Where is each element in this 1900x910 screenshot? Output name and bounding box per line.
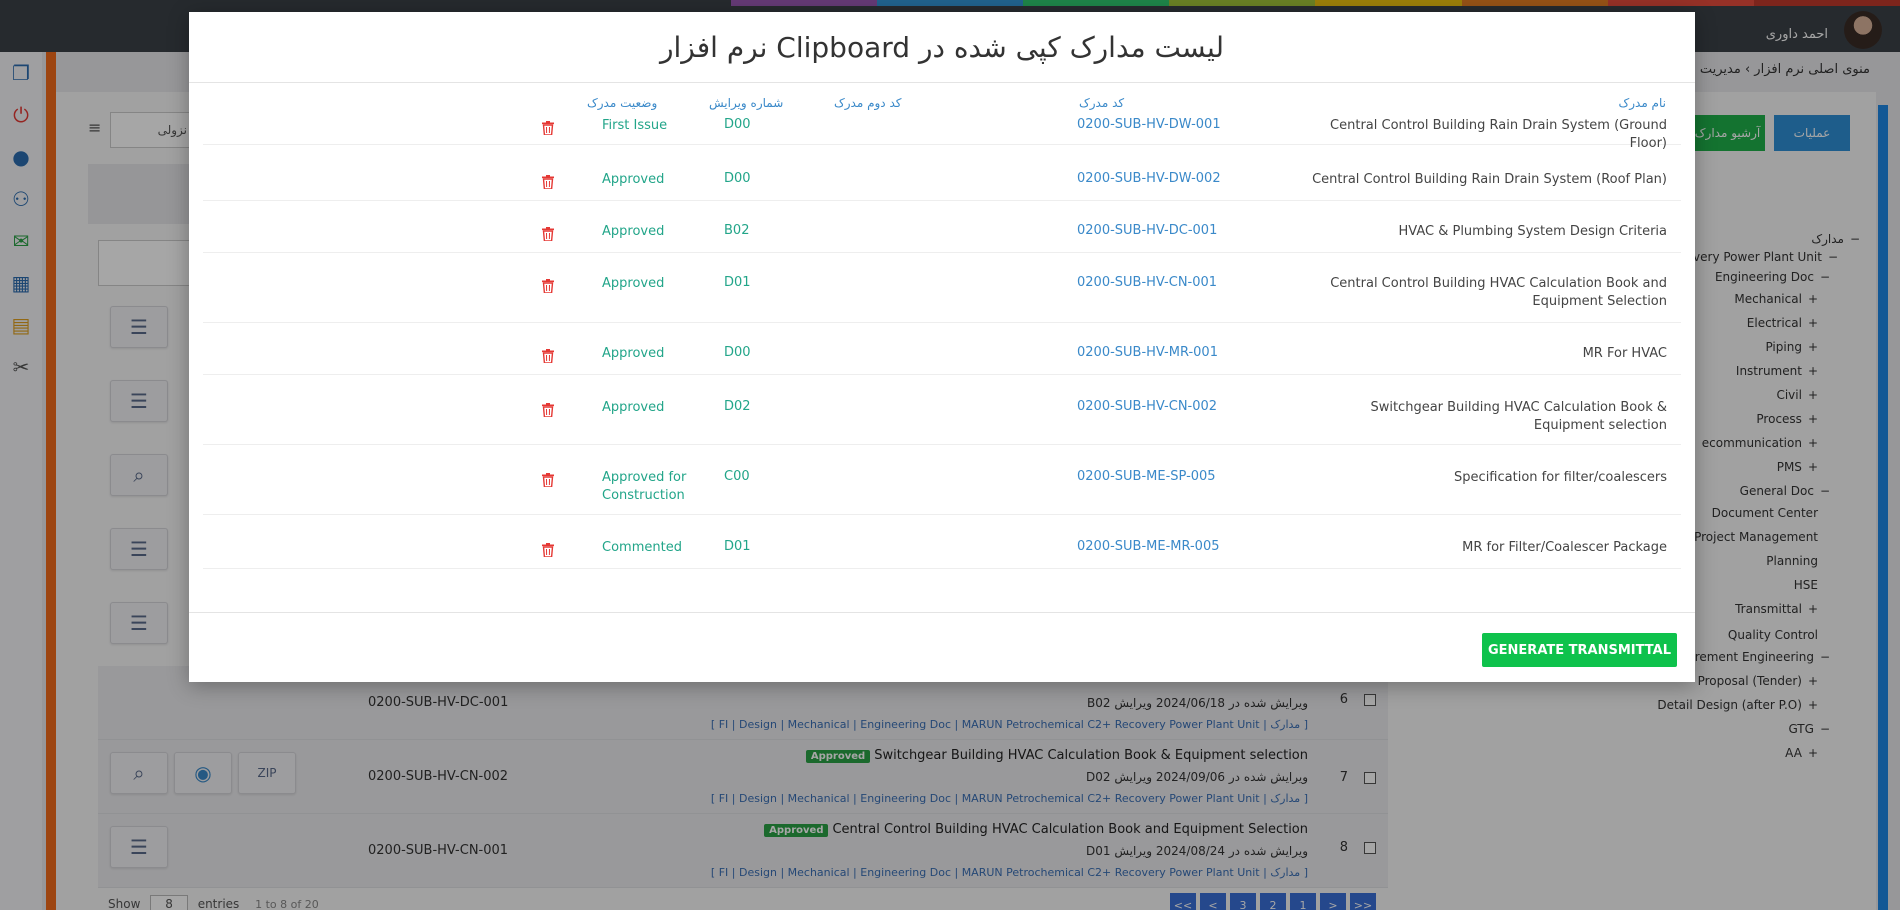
clipboard-row: Specification for filter/coalescers 0200-… [203, 469, 1681, 515]
delete-icon[interactable] [542, 473, 554, 487]
doc-code: 0200-SUB-ME-SP-005 [1077, 469, 1216, 484]
clipboard-row: MR For HVAC 0200-SUB-HV-MR-001 D00 Approved [203, 345, 1681, 375]
doc-revision: D02 [724, 399, 751, 414]
doc-name: Specification for filter/coalescers [1454, 470, 1667, 485]
doc-status: Approved for Construction [602, 470, 687, 503]
delete-icon[interactable] [542, 349, 554, 363]
doc-status: Commented [602, 540, 682, 555]
delete-icon[interactable] [542, 175, 554, 189]
modal-header: لیست مدارک کپی شده در Clipboard نرم افزا… [189, 12, 1695, 83]
doc-revision: D01 [724, 275, 751, 290]
doc-revision: C00 [724, 469, 750, 484]
doc-status: Approved [602, 346, 665, 361]
doc-name: Central Control Building Rain Drain Syst… [1330, 118, 1667, 151]
clipboard-row: Central Control Building Rain Drain Syst… [203, 117, 1681, 151]
clipboard-row: HVAC & Plumbing System Design Criteria 02… [203, 223, 1681, 253]
delete-icon[interactable] [542, 121, 554, 135]
col-header-status: وضعیت مدرک [587, 96, 658, 110]
col-header-code: کد مدرک [1079, 96, 1125, 110]
col-header-name: نام مدرک [1618, 96, 1666, 110]
clipboard-row: Central Control Building HVAC Calculatio… [203, 275, 1681, 323]
doc-status: First Issue [602, 118, 668, 133]
delete-icon[interactable] [542, 227, 554, 241]
modal-footer: GENERATE TRANSMITTAL [189, 613, 1695, 681]
clipboard-row: Switchgear Building HVAC Calculation Boo… [203, 399, 1681, 445]
doc-revision: D00 [724, 171, 751, 186]
doc-name: Central Control Building Rain Drain Syst… [1312, 172, 1667, 187]
doc-revision: D01 [724, 539, 751, 554]
generate-transmittal-button[interactable]: GENERATE TRANSMITTAL [1482, 633, 1677, 667]
doc-name: MR for Filter/Coalescer Package [1462, 540, 1667, 555]
doc-status: Approved [602, 400, 665, 415]
doc-status: Approved [602, 172, 665, 187]
doc-code: 0200-SUB-HV-CN-002 [1077, 399, 1218, 414]
doc-name: Switchgear Building HVAC Calculation Boo… [1370, 400, 1667, 433]
doc-name: Central Control Building HVAC Calculatio… [1330, 276, 1667, 309]
doc-code: 0200-SUB-ME-MR-005 [1077, 539, 1220, 554]
doc-code: 0200-SUB-HV-DC-001 [1077, 223, 1218, 238]
col-header-second-code: کد دوم مدرک [834, 96, 902, 110]
modal-body: نام مدرک کد مدرک کد دوم مدرک شماره ویرای… [189, 83, 1695, 613]
delete-icon[interactable] [542, 543, 554, 557]
clipboard-row: MR for Filter/Coalescer Package 0200-SUB-… [203, 539, 1681, 569]
clipboard-row: Central Control Building Rain Drain Syst… [203, 171, 1681, 201]
delete-icon[interactable] [542, 403, 554, 417]
doc-code: 0200-SUB-HV-CN-001 [1077, 275, 1218, 290]
doc-status: Approved [602, 276, 665, 291]
doc-code: 0200-SUB-HV-MR-001 [1077, 345, 1218, 360]
modal-title: لیست مدارک کپی شده در Clipboard نرم افزا… [660, 30, 1224, 64]
doc-name: MR For HVAC [1582, 346, 1667, 361]
col-header-revision: شماره ویرایش [709, 96, 784, 110]
delete-icon[interactable] [542, 279, 554, 293]
clipboard-modal: لیست مدارک کپی شده در Clipboard نرم افزا… [189, 12, 1695, 682]
doc-code: 0200-SUB-HV-DW-001 [1077, 117, 1221, 132]
doc-code: 0200-SUB-HV-DW-002 [1077, 171, 1221, 186]
doc-status: Approved [602, 224, 665, 239]
doc-revision: B02 [724, 223, 750, 238]
doc-name: HVAC & Plumbing System Design Criteria [1398, 224, 1668, 239]
doc-revision: D00 [724, 345, 751, 360]
doc-revision: D00 [724, 117, 751, 132]
